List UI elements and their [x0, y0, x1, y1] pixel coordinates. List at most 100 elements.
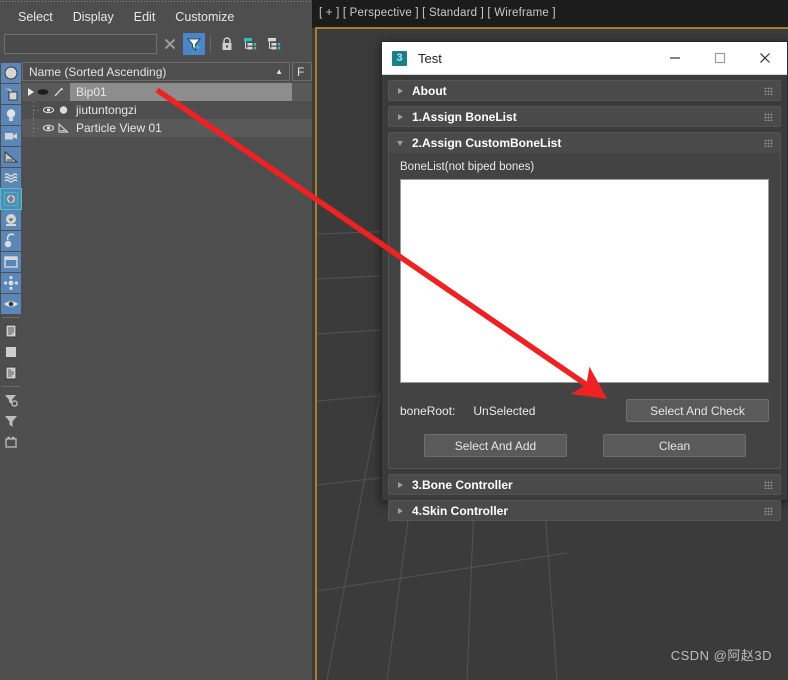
- tree-line-branch: [33, 128, 41, 129]
- rollout-assign-custombonelist-label: 2.Assign CustomBoneList: [412, 136, 562, 150]
- list-item-name-cell[interactable]: Particle View 01: [70, 119, 292, 137]
- grip-icon[interactable]: [764, 480, 773, 489]
- list-item-label: Bip01: [76, 85, 107, 99]
- eye-icon[interactable]: [42, 103, 55, 117]
- rollout-assign-bonelist[interactable]: 1.Assign BoneList: [388, 106, 781, 127]
- grip-icon[interactable]: [764, 112, 773, 121]
- lock-icon[interactable]: [216, 33, 238, 55]
- helper-object-icon: [58, 122, 69, 133]
- watermark: CSDN @阿赵3D: [670, 648, 772, 663]
- boneroot-label: boneRoot:: [400, 403, 456, 418]
- clean-button[interactable]: Clean: [603, 434, 746, 457]
- list-item[interactable]: Bip01: [22, 83, 312, 101]
- grip-icon[interactable]: [764, 139, 773, 147]
- grip-icon[interactable]: [764, 86, 773, 95]
- sort-ascending-icon[interactable]: ▲: [275, 67, 283, 76]
- bonelist-label: BoneList(not biped bones): [400, 161, 535, 173]
- bone-object-icon: [54, 87, 64, 97]
- sphere-object-icon: [59, 106, 68, 114]
- filter-settings-icon[interactable]: [1, 390, 21, 410]
- list-item-frozen-cell[interactable]: [292, 101, 312, 119]
- menu-item-display[interactable]: Display: [63, 8, 124, 26]
- toolbar-divider: [210, 35, 211, 53]
- scene-explorer-panel: Select Display Edit Customize Name (Sort…: [0, 0, 312, 680]
- dialog-body: About 1.Assign BoneList 2.Assign CustomB…: [382, 75, 787, 532]
- lights-icon[interactable]: [1, 105, 21, 125]
- collapse-hierarchy-icon[interactable]: [264, 33, 286, 55]
- chevron-right-icon: [398, 113, 403, 120]
- rollout-skin-controller[interactable]: 4.Skin Controller: [388, 500, 781, 521]
- expand-triangle-icon[interactable]: [28, 88, 34, 96]
- rollout-skin-controller-label: 4.Skin Controller: [412, 503, 509, 518]
- action-buttons-row: Select And Add Clean: [400, 434, 769, 457]
- max-app-icon: 3: [392, 50, 407, 66]
- menu-item-customize[interactable]: Customize: [165, 8, 244, 26]
- display-visible-icon[interactable]: [1, 294, 21, 314]
- material-icon[interactable]: [1, 342, 21, 362]
- menu-item-select[interactable]: Select: [8, 8, 63, 26]
- rollout-bone-controller-label: 3.Bone Controller: [412, 477, 513, 492]
- search-input[interactable]: [4, 34, 157, 54]
- xrefs-icon[interactable]: [1, 231, 21, 251]
- space-warps-icon[interactable]: [1, 168, 21, 188]
- column-header-name[interactable]: Name (Sorted Ascending) ▲: [22, 62, 290, 81]
- eye-closed-icon[interactable]: [36, 85, 50, 99]
- chevron-right-icon: [398, 481, 403, 488]
- custom-bonelist-panel: BoneList(not biped bones) boneRoot: UnSe…: [388, 153, 781, 469]
- filter-icon[interactable]: [1, 411, 21, 431]
- viewport-label[interactable]: [ + ] [ Perspective ] [ Standard ] [ Wir…: [319, 7, 556, 19]
- select-and-check-button[interactable]: Select And Check: [626, 399, 769, 422]
- expand-hierarchy-icon[interactable]: [240, 33, 262, 55]
- row-gutter: [22, 83, 70, 101]
- shapes-icon[interactable]: [1, 84, 21, 104]
- menu-item-edit[interactable]: Edit: [124, 8, 166, 26]
- menu-bar: Select Display Edit Customize: [0, 5, 312, 28]
- column-header-name-label: Name (Sorted Ascending): [29, 64, 167, 79]
- list-item-frozen-cell[interactable]: [292, 119, 312, 137]
- boneroot-value: UnSelected: [473, 403, 536, 418]
- layers-list-icon[interactable]: [1, 321, 21, 341]
- bonelist-listbox[interactable]: [400, 179, 769, 383]
- rollout-assign-bonelist-label: 1.Assign BoneList: [412, 109, 517, 124]
- row-gutter: [22, 119, 70, 137]
- list-item-name-cell[interactable]: jiutuntongzi: [70, 101, 292, 119]
- rollout-bone-controller[interactable]: 3.Bone Controller: [388, 474, 781, 495]
- strip-divider-2: [2, 386, 20, 387]
- strip-divider: [2, 317, 20, 318]
- filter-toolbar: [0, 30, 312, 58]
- select-and-add-button[interactable]: Select And Add: [424, 434, 567, 457]
- row-gutter: [22, 101, 70, 119]
- list-item-frozen-cell[interactable]: [292, 83, 312, 101]
- list-item-label: Particle View 01: [76, 121, 162, 135]
- geometry-icon[interactable]: [1, 63, 21, 83]
- minimize-button[interactable]: [652, 42, 697, 75]
- containers-icon[interactable]: [1, 252, 21, 272]
- chevron-right-icon: [398, 87, 403, 94]
- test-dialog: 3 Test About 1.Assign BoneList 2.Assign …: [381, 41, 788, 521]
- rollout-about[interactable]: About: [388, 80, 781, 101]
- eye-icon[interactable]: [42, 121, 55, 135]
- boneroot-row: boneRoot: UnSelected Select And Check: [400, 399, 769, 422]
- list-view-icon[interactable]: [1, 363, 21, 383]
- particles-icon[interactable]: [1, 273, 21, 293]
- chevron-right-icon: [398, 507, 403, 514]
- maximize-button[interactable]: [697, 42, 742, 75]
- close-button[interactable]: [742, 42, 787, 75]
- clear-search-icon[interactable]: [159, 33, 181, 55]
- helpers-icon[interactable]: [1, 147, 21, 167]
- bones-icon[interactable]: [0, 188, 22, 210]
- chevron-down-icon: [397, 140, 403, 146]
- object-type-filter-strip: [0, 62, 22, 680]
- groups-icon[interactable]: [1, 210, 21, 230]
- dialog-title-bar[interactable]: 3 Test: [382, 42, 787, 75]
- grip-icon[interactable]: [764, 506, 773, 515]
- list-item[interactable]: jiutuntongzi: [22, 101, 312, 119]
- container-box-icon[interactable]: [1, 432, 21, 452]
- tree-line-branch: [33, 110, 41, 111]
- column-header-frozen[interactable]: F: [292, 62, 312, 81]
- rollout-assign-custombonelist[interactable]: 2.Assign CustomBoneList: [388, 132, 781, 153]
- cameras-icon[interactable]: [1, 126, 21, 146]
- filter-funnel-icon[interactable]: [183, 33, 205, 55]
- list-item[interactable]: Particle View 01: [22, 119, 312, 137]
- list-item-name-cell[interactable]: Bip01: [70, 83, 292, 101]
